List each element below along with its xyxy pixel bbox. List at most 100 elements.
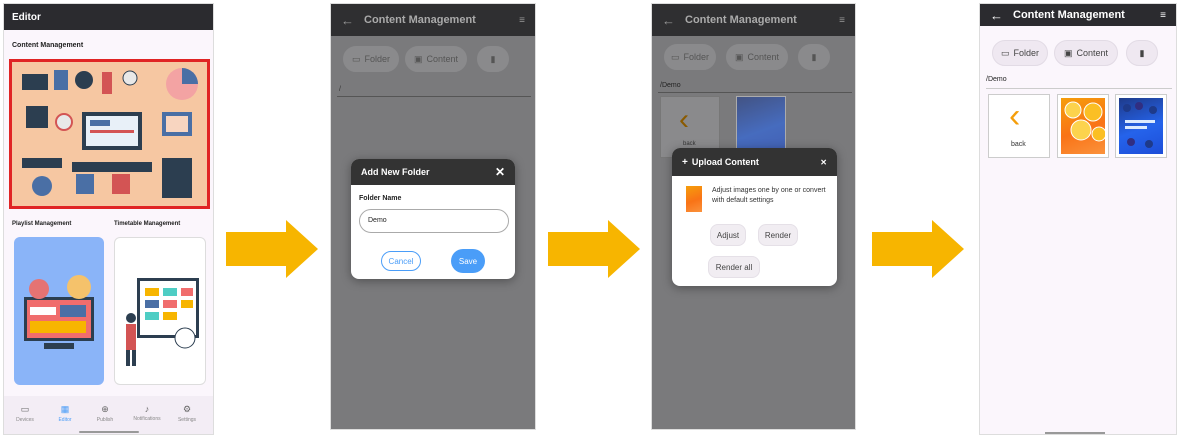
- timetable-management-card[interactable]: [114, 237, 206, 385]
- path-divider: [986, 88, 1172, 89]
- chevron-left-icon: ‹: [679, 103, 689, 136]
- add-folder-dialog: Add New Folder ✕ Folder Name Demo Cancel…: [351, 159, 515, 279]
- nav-notifications-label: Notifications: [133, 416, 161, 422]
- delete-button[interactable]: ▮: [477, 46, 509, 72]
- playlist-management-card[interactable]: [14, 237, 104, 385]
- blueberries-image: [1123, 102, 1157, 148]
- nav-notifications[interactable]: ♪ Notifications: [130, 404, 164, 422]
- plus-circle-icon: ⊕: [101, 404, 109, 414]
- content-button[interactable]: ▣ Content: [1054, 40, 1118, 66]
- cancel-button-label: Cancel: [388, 256, 414, 266]
- save-button-label: Save: [458, 256, 478, 266]
- phone-screen-demo-folder: ← Content Management ≡ ▭ Folder ▣ Conten…: [979, 3, 1177, 435]
- render-button[interactable]: Render: [758, 224, 798, 246]
- current-path: /: [339, 86, 341, 93]
- cancel-button[interactable]: Cancel: [381, 251, 421, 271]
- render-all-button-label: Render all: [715, 262, 753, 272]
- render-button-label: Render: [764, 230, 792, 240]
- back-arrow-icon[interactable]: ←: [652, 13, 685, 28]
- section-timetable-management: Timetable Management: [114, 221, 181, 227]
- app-bar: Editor: [4, 4, 213, 30]
- back-arrow-icon[interactable]: ←: [980, 8, 1013, 23]
- dialog-title: Add New Folder: [361, 167, 430, 177]
- trash-icon: ▮: [811, 51, 817, 62]
- phone-screen-add-folder: ← Content Management ≡ ▭ Folder ▣ Conten…: [330, 3, 536, 430]
- path-divider: [337, 96, 531, 97]
- tutorial-canvas: Editor Content Management Playlist Manag…: [0, 0, 1184, 435]
- content-button-label: Content: [1076, 48, 1109, 58]
- path-divider: [658, 92, 852, 93]
- app-bar: ← Content Management ≡: [652, 4, 855, 36]
- folder-button[interactable]: ▭ Folder: [343, 46, 399, 72]
- orange-poster: [1061, 98, 1107, 154]
- chevron-left-icon: ‹: [1009, 97, 1021, 135]
- phone-screen-upload-content: ← Content Management ≡ ▭ Folder ▣ Conten…: [651, 3, 856, 430]
- nav-editor[interactable]: ▦ Editor: [48, 404, 82, 423]
- gear-icon: ⚙: [182, 404, 192, 414]
- back-tile[interactable]: ‹ back: [988, 94, 1050, 158]
- orange-slices-image: [1064, 101, 1107, 142]
- content-button[interactable]: ▣ Content: [405, 46, 467, 72]
- app-bar: ← Content Management ≡: [980, 4, 1176, 26]
- current-path: /Demo: [660, 82, 681, 89]
- app-title: Editor: [12, 11, 41, 23]
- menu-icon[interactable]: ≡: [829, 15, 855, 26]
- nav-devices-label: Devices: [16, 417, 34, 423]
- render-all-button[interactable]: Render all: [708, 256, 760, 278]
- delete-button[interactable]: ▮: [798, 44, 830, 70]
- home-indicator: [79, 431, 139, 433]
- folder-button-label: Folder: [683, 52, 710, 62]
- folder-icon: ▭: [1000, 47, 1010, 58]
- upload-message: Adjust images one by one or convert with…: [712, 187, 826, 204]
- folder-name-label: Folder Name: [359, 195, 402, 202]
- app-title: Content Management: [1013, 9, 1125, 21]
- image-upload-icon: ▣: [1063, 47, 1073, 58]
- nav-devices[interactable]: ▭ Devices: [8, 404, 42, 423]
- grid-icon: ▦: [60, 404, 70, 414]
- app-title: Content Management: [364, 14, 476, 26]
- app-title: Content Management: [685, 14, 797, 26]
- folder-button[interactable]: ▭ Folder: [664, 44, 716, 70]
- close-icon[interactable]: ✕: [820, 158, 827, 167]
- monitor-icon: ▭: [20, 404, 30, 414]
- menu-icon[interactable]: ≡: [509, 15, 535, 26]
- dialog-header: Add New Folder ✕: [351, 159, 515, 185]
- section-content-management: Content Management: [12, 42, 84, 49]
- folder-button[interactable]: ▭ Folder: [992, 40, 1048, 66]
- upload-content-dialog: + Upload Content ✕ Adjust images one by …: [672, 148, 837, 286]
- bottom-navigation: ▭ Devices ▦ Editor ⊕ Publish ♪ Notificat…: [4, 396, 213, 434]
- adjust-button[interactable]: Adjust: [710, 224, 746, 246]
- folder-button-label: Folder: [364, 54, 391, 64]
- image-upload-icon: ▣: [734, 51, 744, 62]
- folder-icon: ▭: [351, 53, 361, 64]
- phone-screen-editor: Editor Content Management Playlist Manag…: [3, 3, 214, 435]
- nav-settings[interactable]: ⚙ Settings: [170, 404, 204, 423]
- blueberry-poster: [1119, 98, 1163, 154]
- section-playlist-management: Playlist Management: [12, 221, 72, 227]
- back-arrow-icon[interactable]: ←: [331, 13, 364, 28]
- image-upload-icon: ▣: [413, 53, 423, 64]
- content-thumbnail-blue[interactable]: [1115, 94, 1167, 158]
- delete-button[interactable]: ▮: [1126, 40, 1158, 66]
- back-tile-label: back: [683, 141, 696, 147]
- app-bar: ← Content Management ≡: [331, 4, 535, 36]
- nav-publish[interactable]: ⊕ Publish: [88, 404, 122, 423]
- back-tile-label: back: [1011, 141, 1026, 148]
- workspace-illustration: [22, 68, 198, 198]
- content-thumbnail-orange[interactable]: [1057, 94, 1109, 158]
- close-icon[interactable]: ✕: [495, 165, 505, 179]
- adjust-button-label: Adjust: [716, 230, 740, 240]
- home-indicator: [1045, 432, 1105, 434]
- dialog-title: Upload Content: [691, 157, 759, 167]
- content-button-label: Content: [426, 54, 459, 64]
- folder-button-label: Folder: [1013, 48, 1040, 58]
- nav-publish-label: Publish: [96, 417, 114, 423]
- playlist-illustration: [24, 275, 94, 349]
- folder-name-input[interactable]: Demo: [359, 209, 509, 233]
- content-button[interactable]: ▣ Content: [726, 44, 788, 70]
- folder-name-value: Demo: [368, 217, 387, 224]
- content-management-card[interactable]: [9, 59, 210, 209]
- save-button[interactable]: Save: [451, 249, 485, 273]
- current-path: /Demo: [986, 76, 1007, 83]
- menu-icon[interactable]: ≡: [1150, 10, 1176, 21]
